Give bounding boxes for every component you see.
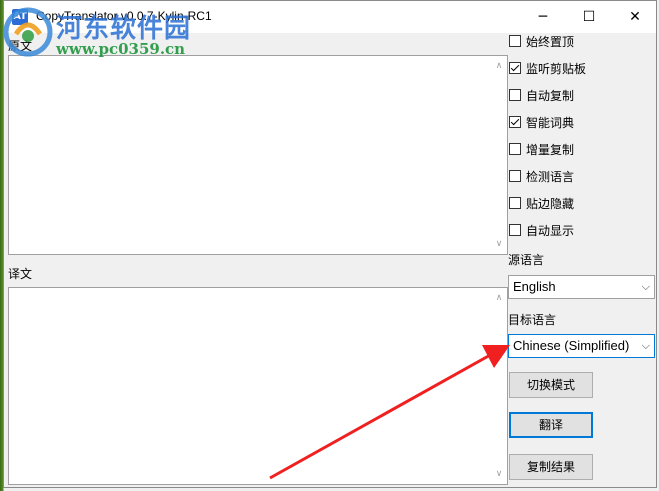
annotation-arrow-icon (269, 345, 510, 480)
